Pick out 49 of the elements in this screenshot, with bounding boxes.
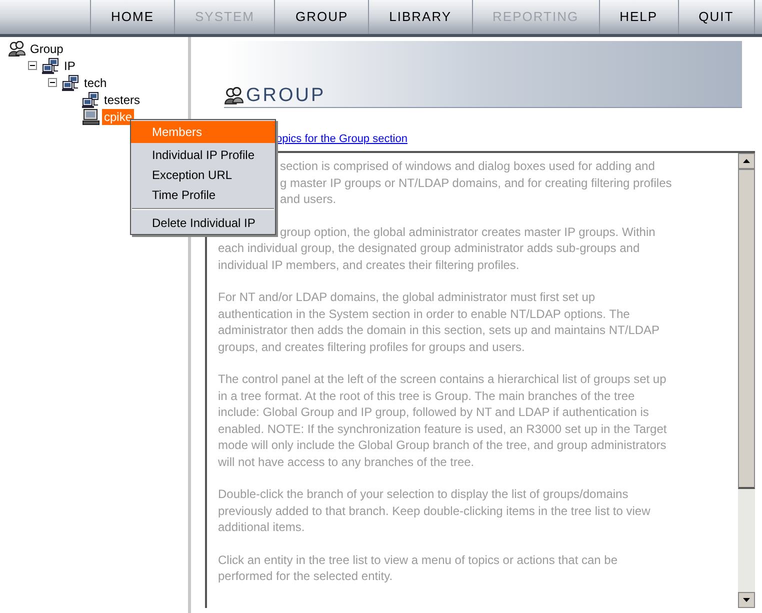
scroll-down-button[interactable] (738, 592, 755, 608)
help-text-line: authentication in the System section in order to enable NT/LDAP options. The (218, 306, 630, 322)
collapse-toggle[interactable] (48, 78, 57, 87)
help-text-line: Click an entity in the tree list to view a menu of topics or actions that can be (218, 552, 618, 568)
help-text-line: administrator then adds the domain in this section, sets up and maintains NT/LDAP (218, 322, 660, 338)
nav-tab[interactable]: GROUP (274, 0, 368, 34)
people-icon (8, 40, 26, 56)
help-text-line: Double-click the branch of your selection to display the list of groups/domains (218, 486, 628, 502)
help-text-line: individual IP members, and creates their filtering profiles. (218, 256, 520, 273)
help-text-line: will not have access to any branches of the tree. (218, 454, 474, 470)
help-text-line: For NT and/or LDAP domains, the global administrator must first set up (218, 289, 596, 306)
help-text-line: include: Global Group and IP group, followed by NT and LDAP if authentication is (218, 404, 649, 420)
tree-item[interactable]: IP (62, 58, 78, 74)
network-computers-icon (62, 74, 80, 90)
menu-item[interactable]: Exception URL (131, 165, 275, 185)
section-title: GROUP (246, 86, 326, 105)
help-text-line: enabled. NOTE: If the synchronization feature is used, an R3000 set up in the Target (218, 420, 667, 437)
tree-item[interactable]: testers (102, 92, 142, 108)
menu-item[interactable]: Individual IP Profile (131, 145, 275, 165)
help-text-line: performed for the selected entity. (218, 568, 393, 584)
computer-icon (82, 108, 100, 124)
help-text-line: previously added to that branch. Keep double-clicking items in the tree list to view (218, 502, 650, 519)
scroll-thumb[interactable] (738, 169, 755, 489)
help-text-line: The control panel at the left of the screen contains a hierarchical list of groups set up (218, 371, 666, 388)
help-text-line: groups, and creates filtering profiles for groups and users. (218, 338, 525, 355)
help-text-line: each individual group, the designated group administrator adds sub-groups and (218, 240, 640, 256)
up-arrow-icon (743, 159, 750, 163)
scroll-up-button[interactable] (738, 153, 755, 169)
help-text-line: section is comprised of windows and dialog boxes used for adding and (280, 158, 655, 174)
nav-tab[interactable]: LIBRARY (368, 0, 472, 34)
help-text-line: g master IP groups or NT/LDAP domains, and for creating filtering profiles (280, 174, 672, 191)
collapse-toggle[interactable] (28, 61, 37, 70)
scrollbar[interactable] (738, 153, 755, 608)
tree-item[interactable]: Group (28, 40, 66, 56)
down-arrow-icon (743, 598, 750, 602)
menu-item[interactable]: Delete Individual IP (131, 213, 275, 233)
help-text-line: and users. (280, 191, 336, 208)
help-text-line: in a tree format. At the root of this tree is Group. The main branches of the tree (218, 388, 635, 404)
menu-item[interactable]: Time Profile (131, 185, 275, 205)
network-computers-icon (42, 58, 60, 74)
tree-item[interactable]: tech (82, 74, 109, 90)
help-text-line: group option, the global administrator creates master IP groups. Within (280, 224, 656, 240)
nav-tab[interactable]: HELP (598, 0, 678, 34)
people-icon (224, 86, 244, 104)
help-text-line: mode will only include the Global Group branch of the tree, and group administrators (218, 437, 666, 454)
nav-tab[interactable]: QUIT (678, 0, 754, 34)
help-text-line: additional items. (218, 519, 305, 536)
network-computers-icon (82, 92, 100, 108)
nav-tab[interactable]: HOME (90, 0, 174, 34)
